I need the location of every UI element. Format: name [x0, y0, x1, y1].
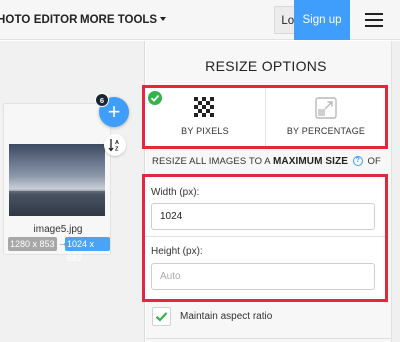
max-size-suffix: OF	[367, 156, 381, 167]
aspect-ratio-label: Maintain aspect ratio	[180, 311, 273, 322]
field-divider	[145, 236, 385, 237]
height-input[interactable]	[151, 263, 375, 290]
panel-divider	[146, 338, 391, 339]
check-icon	[148, 91, 162, 105]
mode-by-pixels[interactable]: BY PIXELS	[145, 88, 265, 146]
new-size-badge: 1024 x 682	[65, 237, 110, 263]
hamburger-bar	[365, 25, 383, 27]
top-navbar: HOTO EDITOR MORE TOOLS Log in Sign up	[0, 0, 400, 40]
resize-options-panel: RESIZE OPTIONS BY PIXELS BY PERCENTAGE R…	[142, 41, 400, 342]
hamburger-icon[interactable]	[365, 13, 383, 27]
plus-icon: +	[107, 99, 121, 124]
sort-az-icon[interactable]: A Z	[104, 134, 126, 156]
mode-by-percentage[interactable]: BY PERCENTAGE	[265, 88, 385, 146]
aspect-ratio-checkbox[interactable]	[152, 307, 171, 326]
svg-text:A: A	[115, 140, 119, 146]
maximum-size-text: RESIZE ALL IMAGES TO A MAXIMUM SIZE ? OF	[152, 156, 392, 167]
width-label: Width (px):	[151, 187, 200, 198]
caret-down-icon	[160, 16, 167, 21]
image-card[interactable]: image5.jpg 1280 x 853 → 1024 x 682	[3, 103, 111, 263]
nav-photo-editor[interactable]: HOTO EDITOR	[0, 0, 78, 40]
nav-more-tools[interactable]: MORE TOOLS	[80, 0, 167, 40]
hamburger-bar	[365, 13, 383, 15]
image-filename: image5.jpg	[33, 224, 83, 235]
size-fields: Width (px): Height (px):	[142, 174, 388, 302]
height-label: Height (px):	[151, 246, 203, 257]
resize-mode-selector: BY PIXELS BY PERCENTAGE	[142, 85, 388, 149]
landscape-thumbnail-graphic	[9, 144, 105, 216]
original-size-badge: 1280 x 853	[8, 237, 57, 251]
width-input[interactable]	[151, 203, 375, 230]
image-queue-panel: image5.jpg 1280 x 853 → 1024 x 682 + 6 A…	[0, 41, 145, 342]
max-size-prefix: RESIZE ALL IMAGES TO A	[152, 156, 271, 167]
signup-button[interactable]: Sign up	[294, 0, 350, 40]
hamburger-bar	[365, 19, 383, 21]
mode-by-pixels-label: BY PIXELS	[181, 126, 229, 136]
check-icon	[155, 312, 168, 322]
info-icon[interactable]: ?	[352, 156, 363, 167]
mode-by-percentage-label: BY PERCENTAGE	[286, 126, 366, 136]
checker-icon	[194, 97, 214, 117]
image-count-badge: 6	[95, 93, 109, 107]
image-thumbnail	[9, 144, 105, 216]
panel-title: RESIZE OPTIONS	[205, 58, 327, 74]
max-size-bold: MAXIMUM SIZE	[272, 156, 349, 167]
scale-icon	[315, 97, 337, 119]
sort-az-graphic: A Z	[108, 139, 119, 153]
panel-scrollbar[interactable]	[391, 41, 400, 342]
check-icon-graphic	[150, 94, 160, 102]
nav-more-tools-label: MORE TOOLS	[80, 14, 158, 26]
svg-text:Z: Z	[115, 147, 119, 153]
